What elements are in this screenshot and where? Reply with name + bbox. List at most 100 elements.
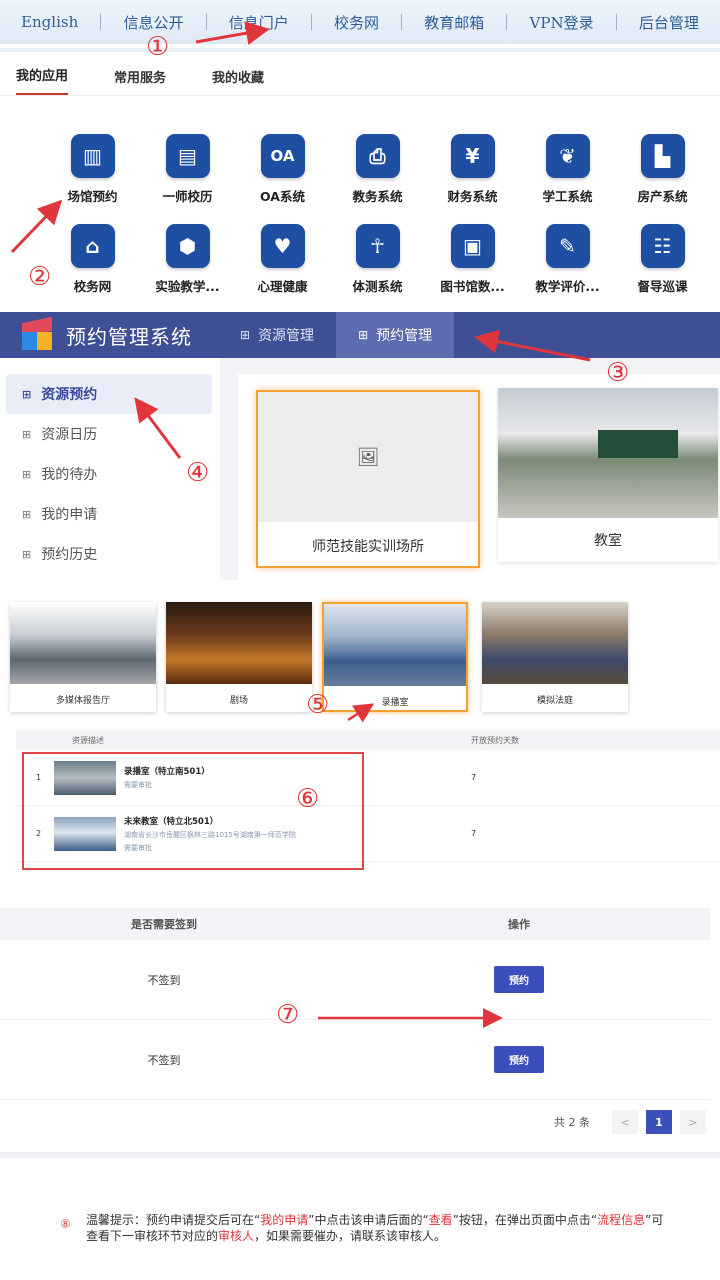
page: English 信息公开 信息门户 校务网 教育邮箱 VPN登录 后台管理 我的…: [0, 0, 720, 1280]
tip-note: ⑧ 温馨提示：预约申请提交后可在“我的申请”中点击该申请后面的“查看”按钮，在弹…: [60, 1212, 670, 1244]
tip-highlight: 流程信息: [597, 1213, 646, 1227]
grid-icon: ⊞: [22, 547, 32, 561]
app-mental-health[interactable]: ♥ 心理健康: [235, 224, 330, 302]
nav-english[interactable]: English: [21, 13, 78, 31]
nav-info-portal[interactable]: 信息门户: [229, 12, 289, 33]
oa-icon: OA: [260, 134, 305, 178]
sidebar-item-label: 我的申请: [41, 507, 98, 523]
next-page-button[interactable]: >: [680, 1110, 706, 1134]
tab-common-services[interactable]: 常用服务: [114, 67, 166, 95]
venue-caption: 多媒体报告厅: [55, 696, 110, 706]
app-venue-booking[interactable]: ▥ 场馆预约: [45, 134, 140, 212]
sidebar-item-resource-calendar[interactable]: ⊞ 资源日历: [0, 414, 220, 454]
card-caption: 师范技能实训场所: [312, 539, 424, 555]
nav-separator: [100, 14, 102, 30]
book-button[interactable]: 预约: [494, 1046, 545, 1073]
annotation-8: ⑧: [60, 1217, 71, 1231]
tab-my-apps[interactable]: 我的应用: [16, 65, 69, 95]
app-label: 房产系统: [637, 189, 688, 204]
venue-multimedia-hall[interactable]: 多媒体报告厅: [10, 602, 156, 712]
annotation-7: ⑦: [276, 1000, 300, 1030]
house-icon: ▙: [640, 134, 685, 178]
cube-logo-icon: [20, 316, 54, 352]
venue-theater[interactable]: 剧场: [166, 602, 312, 712]
col-action: 操作: [508, 918, 531, 931]
app-academic[interactable]: ⎙ 教务系统: [330, 134, 425, 212]
app-label: 教务系统: [352, 189, 403, 204]
annotation-1: ①: [146, 32, 170, 62]
prev-page-button[interactable]: <: [612, 1110, 638, 1134]
tip-highlight: 我的申请: [260, 1213, 309, 1227]
action-table: 是否需要签到 操作 不签到 预约 不签到 预约: [0, 908, 710, 1100]
app-oa[interactable]: OA OA系统: [235, 134, 330, 212]
app-label: 一师校历: [162, 189, 213, 204]
resource-cards: 🖼 师范技能实训场所 教室: [238, 374, 720, 580]
annotation-4: ④: [186, 458, 210, 488]
signin-value: 不签到: [147, 1053, 181, 1067]
col-open-days: 开放预约天数: [471, 735, 519, 745]
table-row: 不签到 预约: [0, 940, 710, 1020]
booking-system-header: 预约管理系统 ⊞ 资源管理 ⊞ 预约管理: [0, 312, 720, 358]
nav-separator: [615, 14, 617, 30]
grid-icon: ⊞: [22, 467, 32, 481]
app-lab-teaching[interactable]: ⬢ 实验教学...: [140, 224, 235, 302]
apps-panel: 我的应用 常用服务 我的收藏 ▥ 场馆预约 ▤ 一师校历 OA OA系统 ⎙ 教务系统 …: [0, 48, 720, 310]
app-fitness-test[interactable]: ☥ 体测系统: [330, 224, 425, 302]
tab-booking-management[interactable]: ⊞ 预约管理: [336, 312, 455, 358]
printer-icon: ⎙: [355, 134, 400, 178]
app-label: OA系统: [260, 189, 305, 204]
card-training-venue[interactable]: 🖼 师范技能实训场所: [256, 390, 480, 568]
app-student-affairs[interactable]: ❦ 学工系统: [520, 134, 615, 212]
sidebar-item-label: 资源预约: [41, 387, 98, 403]
sidebar-item-resource-booking[interactable]: ⊞ 资源预约: [6, 374, 212, 414]
app-property[interactable]: ▙ 房产系统: [615, 134, 710, 212]
sidebar-item-label: 预约历史: [41, 547, 98, 563]
tab-my-favorites[interactable]: 我的收藏: [212, 67, 264, 95]
tab-resource-management[interactable]: ⊞ 资源管理: [218, 312, 336, 358]
app-label: 校务网: [73, 279, 112, 294]
nav-info-public[interactable]: 信息公开: [123, 12, 183, 33]
grid-icon: ⊞: [240, 328, 251, 342]
annotation-6: ⑥: [296, 784, 320, 814]
divider: [0, 1152, 720, 1158]
moneybag-icon: ¥: [450, 134, 495, 178]
venue-caption: 录播室: [381, 698, 409, 708]
edit-icon: ✎: [545, 224, 590, 268]
nav-separator: [401, 14, 403, 30]
app-label: 实验教学...: [155, 279, 220, 294]
app-label: 心理健康: [257, 279, 308, 294]
venue-recording-room[interactable]: 录播室: [322, 602, 468, 712]
nav-edu-mail[interactable]: 教育邮箱: [424, 12, 484, 33]
venue-mock-court[interactable]: 模拟法庭: [482, 602, 628, 712]
book-button[interactable]: 预约: [494, 966, 545, 993]
app-teaching-eval[interactable]: ✎ 教学评价...: [520, 224, 615, 302]
venue-row: 多媒体报告厅 剧场 录播室 模拟法庭: [0, 596, 720, 720]
app-supervision[interactable]: ☷ 督导巡课: [615, 224, 710, 302]
tab-label: 预约管理: [376, 328, 433, 344]
app-finance[interactable]: ¥ 财务系统: [425, 134, 520, 212]
lotus-icon: ❦: [545, 134, 590, 178]
action-cell: 预约: [328, 1046, 710, 1073]
nav-vpn-login[interactable]: VPN登录: [530, 12, 594, 33]
app-library-data[interactable]: ▣ 图书馆数...: [425, 224, 520, 302]
table-header: 资源描述 开放预约天数: [16, 730, 720, 750]
calendar-icon: ▤: [165, 134, 210, 178]
sidebar-item-my-applications[interactable]: ⊞ 我的申请: [0, 494, 220, 534]
nav-separator: [310, 14, 312, 30]
grid-icon: ⊞: [22, 387, 32, 401]
apps-grid: ▥ 场馆预约 ▤ 一师校历 OA OA系统 ⎙ 教务系统 ¥ 财务系统 ❦ 学工系统 ▙ 房产…: [45, 134, 715, 302]
card-classroom[interactable]: 教室: [498, 388, 718, 562]
nav-separator: [506, 14, 508, 30]
annotation-5: ⑤: [306, 690, 330, 720]
app-school-web[interactable]: ⌂ 校务网: [45, 224, 140, 302]
sidebar-item-booking-history[interactable]: ⊞ 预约历史: [0, 534, 220, 574]
nav-admin[interactable]: 后台管理: [639, 12, 699, 33]
page-1-button[interactable]: 1: [646, 1110, 672, 1134]
monitor-icon: ▣: [450, 224, 495, 268]
top-nav: English 信息公开 信息门户 校务网 教育邮箱 VPN登录 后台管理: [0, 0, 720, 44]
app-school-calendar[interactable]: ▤ 一师校历: [140, 134, 235, 212]
app-label: 督导巡课: [637, 279, 688, 294]
nav-school-affairs[interactable]: 校务网: [334, 12, 379, 33]
table-row: 不签到 预约: [0, 1020, 710, 1100]
sidebar-item-label: 资源日历: [41, 427, 98, 443]
